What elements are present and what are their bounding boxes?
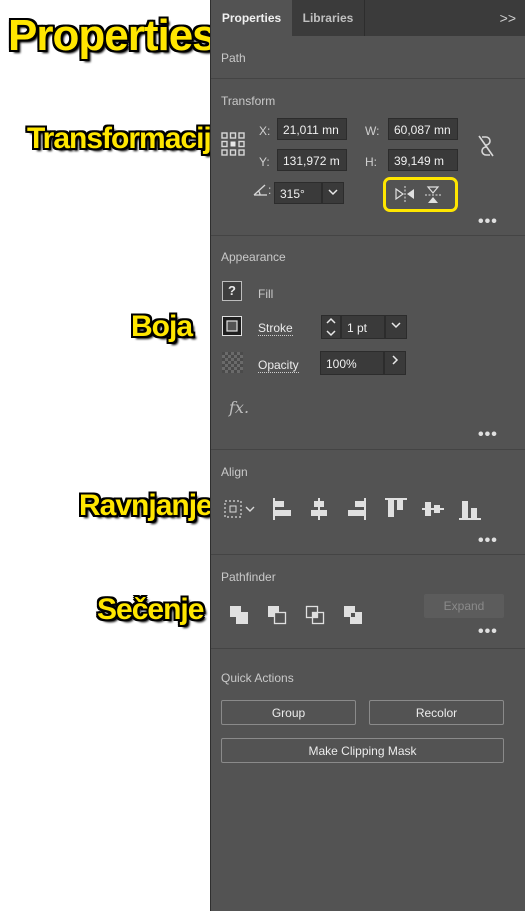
annotation-align: Ravnjanje — [79, 489, 213, 522]
annotation-properties: Properties — [8, 11, 217, 60]
selection-type-label: Path — [221, 51, 246, 65]
divider — [211, 235, 525, 236]
constrain-proportions-icon[interactable] — [477, 134, 495, 161]
rotate-angle-icon — [253, 183, 269, 200]
align-left-icon[interactable] — [272, 497, 292, 524]
stroke-label[interactable]: Stroke — [258, 321, 293, 336]
pathfinder-intersect-icon[interactable] — [305, 605, 325, 628]
divider — [211, 449, 525, 450]
opacity-arrow-button[interactable] — [384, 351, 406, 375]
tab-properties[interactable]: Properties — [211, 0, 292, 36]
stroke-swatch-icon[interactable] — [222, 316, 242, 339]
align-bottom-icon[interactable] — [458, 497, 482, 524]
transform-more-options[interactable]: ••• — [478, 214, 498, 230]
pathfinder-more-options[interactable]: ••• — [478, 624, 498, 640]
divider — [211, 648, 525, 649]
tab-bar: Properties Libraries >> — [211, 0, 525, 36]
x-label: X: — [259, 124, 271, 138]
properties-panel: Properties Libraries >> Path Transform X… — [210, 0, 525, 911]
pathfinder-section-title: Pathfinder — [221, 570, 276, 584]
height-input[interactable]: 39,149 m — [388, 149, 458, 171]
transform-section-title: Transform — [221, 94, 276, 108]
angle-colon: : — [268, 183, 272, 197]
angle-dropdown-button[interactable] — [322, 182, 344, 204]
pathfinder-unite-icon[interactable] — [229, 605, 249, 628]
divider — [211, 554, 525, 555]
group-button[interactable]: Group — [221, 700, 356, 725]
appearance-section-title: Appearance — [221, 250, 286, 264]
width-input[interactable]: 60,087 mn — [388, 118, 458, 140]
fill-label: Fill — [258, 287, 274, 301]
annotation-transform: Transformacija — [27, 122, 227, 155]
y-position-input[interactable]: 131,972 m — [277, 149, 347, 171]
align-horizontal-center-icon[interactable] — [309, 497, 329, 524]
annotation-color: Boja — [131, 310, 193, 343]
flip-vertical-icon[interactable] — [425, 186, 441, 207]
reference-point-icon[interactable] — [221, 132, 245, 159]
fill-swatch-icon[interactable]: ? — [222, 281, 242, 301]
opacity-label[interactable]: Opacity — [258, 358, 299, 373]
w-label: W: — [365, 124, 380, 138]
divider — [211, 78, 525, 79]
stroke-weight-dropdown[interactable] — [385, 315, 407, 339]
stroke-weight-input[interactable]: 1 pt — [341, 315, 385, 339]
h-label: H: — [365, 155, 377, 169]
effects-fx-icon[interactable]: fx. — [229, 398, 249, 417]
flip-horizontal-icon[interactable] — [395, 186, 415, 205]
rotation-angle-input[interactable]: 315° — [274, 182, 322, 204]
align-section-title: Align — [221, 465, 248, 479]
align-top-icon[interactable] — [384, 497, 408, 524]
panel-expand-button[interactable]: >> — [500, 0, 516, 36]
expand-button[interactable]: Expand — [424, 594, 504, 618]
tab-libraries[interactable]: Libraries — [292, 0, 365, 36]
align-vertical-center-icon[interactable] — [421, 497, 445, 524]
y-label: Y: — [259, 155, 270, 169]
align-right-icon[interactable] — [347, 497, 367, 524]
x-position-input[interactable]: 21,011 mn — [277, 118, 347, 140]
align-to-dropdown-icon[interactable] — [224, 500, 258, 521]
quick-actions-section-title: Quick Actions — [221, 671, 294, 685]
pathfinder-minus-front-icon[interactable] — [267, 605, 287, 628]
opacity-checker-icon[interactable] — [222, 352, 243, 376]
stroke-weight-stepper-icon[interactable] — [321, 315, 341, 342]
appearance-more-options[interactable]: ••• — [478, 427, 498, 443]
align-more-options[interactable]: ••• — [478, 533, 498, 549]
recolor-button[interactable]: Recolor — [369, 700, 504, 725]
opacity-input[interactable]: 100% — [320, 351, 384, 375]
pathfinder-exclude-icon[interactable] — [343, 605, 363, 628]
annotation-pathfinder: Sečenje — [97, 593, 204, 626]
make-clipping-mask-button[interactable]: Make Clipping Mask — [221, 738, 504, 763]
